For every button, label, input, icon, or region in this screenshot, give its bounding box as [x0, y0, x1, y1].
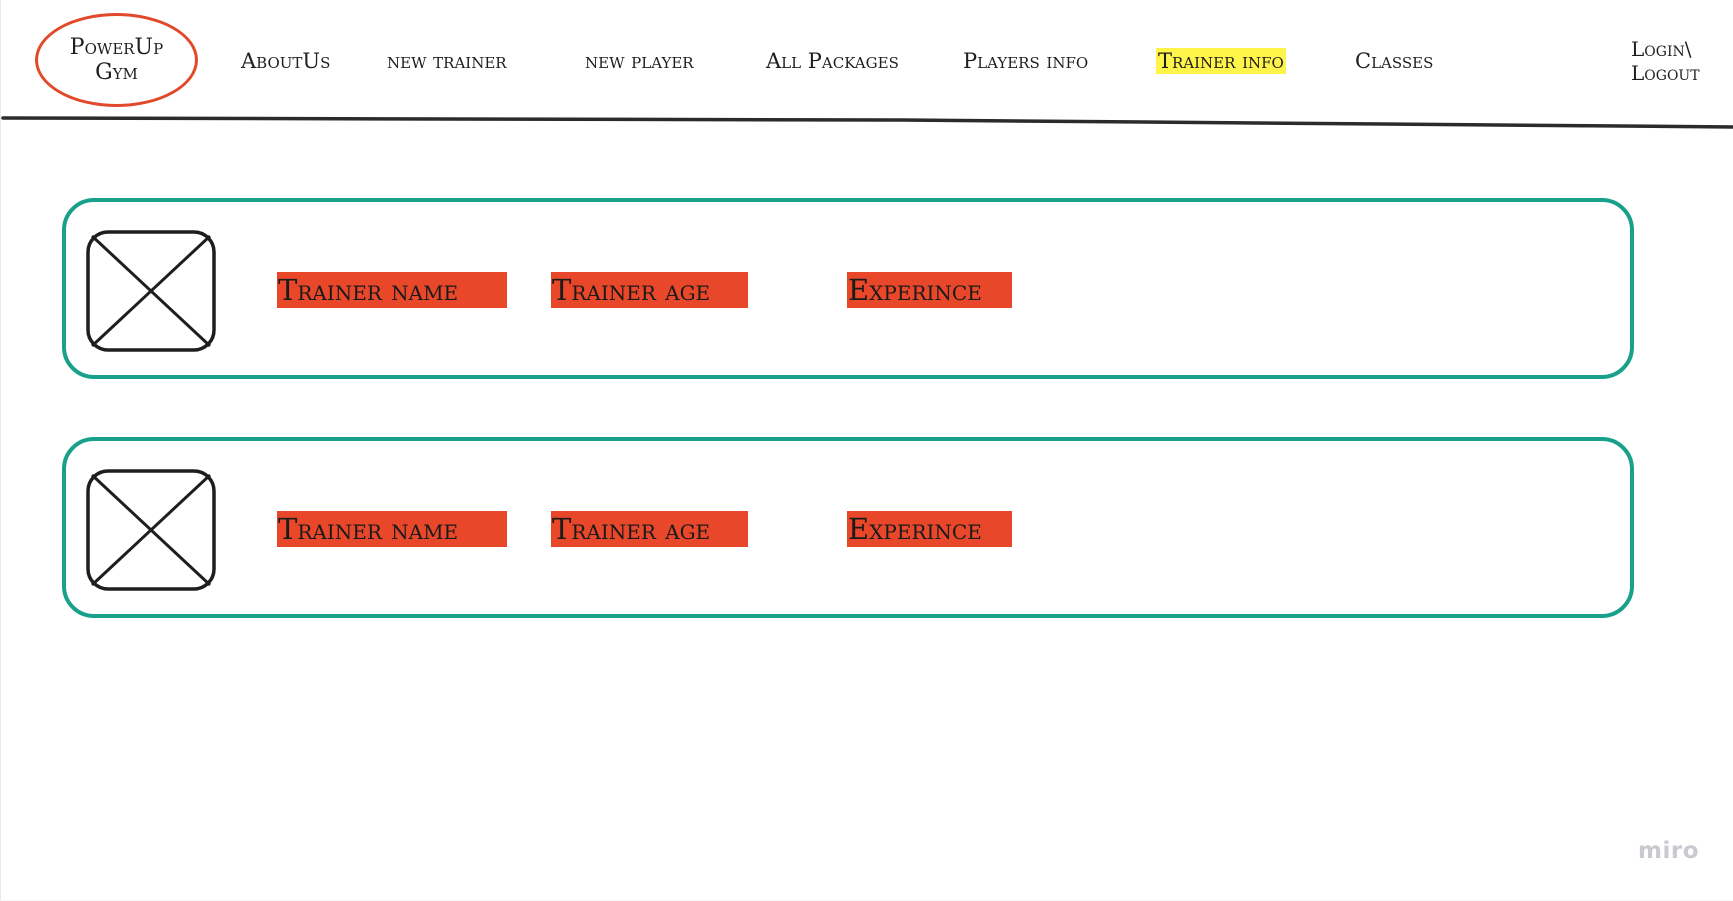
canvas-board: PowerUp Gym AboutUs new trainer new play…: [0, 0, 1733, 900]
nav-item-all-packages[interactable]: All Packages: [766, 48, 899, 74]
logo-line-1: PowerUp: [69, 35, 164, 60]
logout-label: Logout: [1631, 61, 1700, 85]
trainer-age-label: Trainer age: [551, 272, 748, 308]
login-logout-link[interactable]: Login\ Logout: [1631, 37, 1700, 85]
trainer-age-label: Trainer age: [551, 511, 748, 547]
nav-item-classes[interactable]: Classes: [1355, 48, 1433, 74]
logo-line-2: Gym: [95, 60, 138, 85]
nav-item-new-trainer[interactable]: new trainer: [387, 48, 507, 74]
logo[interactable]: PowerUp Gym: [35, 13, 198, 107]
trainer-card[interactable]: Trainer name Trainer age Experince: [62, 437, 1634, 618]
image-placeholder-icon: [86, 469, 216, 591]
miro-watermark: miro: [1638, 838, 1699, 864]
nav-item-new-player[interactable]: new player: [585, 48, 694, 74]
nav-item-players-info[interactable]: Players info: [963, 48, 1088, 74]
trainer-card[interactable]: Trainer name Trainer age Experince: [62, 198, 1634, 379]
trainer-experience-label: Experince: [847, 511, 1012, 547]
login-label: Login\: [1631, 37, 1692, 61]
nav-item-trainer-info[interactable]: Trainer info: [1156, 48, 1286, 74]
image-placeholder-icon: [86, 230, 216, 352]
trainer-name-label: Trainer name: [277, 511, 507, 547]
trainer-name-label: Trainer name: [277, 272, 507, 308]
trainer-experience-label: Experince: [847, 272, 1012, 308]
nav-item-about-us[interactable]: AboutUs: [241, 48, 330, 74]
